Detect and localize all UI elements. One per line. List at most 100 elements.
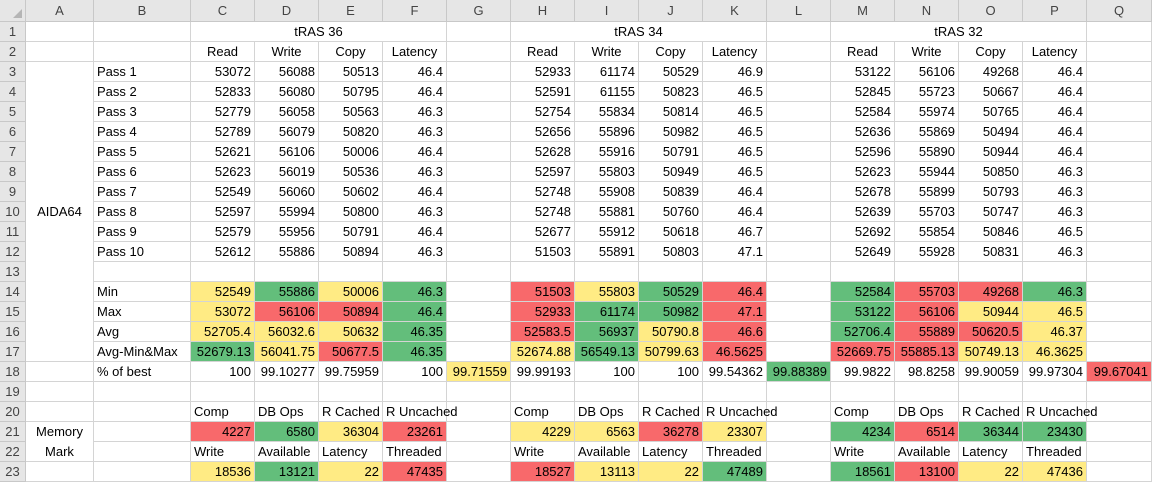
pass-value[interactable]: 55928	[895, 242, 959, 262]
pass-value[interactable]: 50006	[319, 142, 383, 162]
pass-value[interactable]: 52636	[831, 122, 895, 142]
aida-header[interactable]: Write	[575, 42, 639, 62]
stat-value[interactable]: 46.3625	[1023, 342, 1087, 362]
memmark-value[interactable]: 36278	[639, 422, 703, 442]
memmark-header[interactable]: R Uncached	[383, 402, 458, 422]
aida-header[interactable]: Write	[255, 42, 319, 62]
stat-value[interactable]: 46.35	[383, 342, 447, 362]
pass-value[interactable]: 55896	[575, 122, 639, 142]
row-header-23[interactable]: 23	[0, 462, 26, 482]
pass-value[interactable]: 52584	[831, 102, 895, 122]
memmark-header[interactable]: Latency	[639, 442, 703, 462]
stat-value[interactable]: 50620.5	[959, 322, 1023, 342]
pass-value[interactable]: 46.3	[383, 202, 447, 222]
pct-value[interactable]: 99.97304	[1023, 362, 1087, 382]
pct-total[interactable]: 99.67041	[1087, 362, 1152, 382]
memmark-value[interactable]: 36344	[959, 422, 1023, 442]
pass-value[interactable]: 52754	[511, 102, 575, 122]
pass-value[interactable]: 51503	[511, 242, 575, 262]
pass-value[interactable]: 52591	[511, 82, 575, 102]
cell[interactable]	[1087, 42, 1152, 62]
pass-value[interactable]: 52789	[191, 122, 255, 142]
stat-value[interactable]: 55885.13	[895, 342, 959, 362]
pass-value[interactable]: 56106	[895, 62, 959, 82]
memmark-header[interactable]: Comp	[511, 402, 575, 422]
pct-total[interactable]: 99.71559	[447, 362, 511, 382]
cell[interactable]	[1087, 102, 1152, 122]
stat-value[interactable]: 52674.88	[511, 342, 575, 362]
pass-label[interactable]: Pass 4	[94, 122, 191, 142]
memmark-value[interactable]: 47435	[383, 462, 447, 482]
cell[interactable]	[1087, 62, 1152, 82]
stat-value[interactable]: 53072	[191, 302, 255, 322]
memmark-header[interactable]: Write	[831, 442, 895, 462]
row-header-16[interactable]: 16	[0, 322, 26, 342]
stat-value[interactable]: 53122	[831, 302, 895, 322]
memmark-header[interactable]: Comp	[191, 402, 255, 422]
pass-value[interactable]: 46.4	[383, 142, 447, 162]
pass-value[interactable]: 46.4	[1023, 122, 1087, 142]
row-header-8[interactable]: 8	[0, 162, 26, 182]
memmark-value[interactable]: 6563	[575, 422, 639, 442]
cell[interactable]	[447, 102, 511, 122]
memmark-value[interactable]: 13100	[895, 462, 959, 482]
stat-value[interactable]: 52933	[511, 302, 575, 322]
cell[interactable]	[94, 22, 191, 42]
pass-value[interactable]: 47.1	[703, 242, 767, 262]
row-header-20[interactable]: 20	[0, 402, 26, 422]
memmark-value[interactable]: 22	[959, 462, 1023, 482]
cell[interactable]	[767, 322, 831, 342]
cell[interactable]	[255, 262, 319, 282]
cell[interactable]	[447, 262, 511, 282]
pct-value[interactable]: 99.90059	[959, 362, 1023, 382]
memmark-header[interactable]: DB Ops	[255, 402, 319, 422]
pct-value[interactable]: 98.8258	[895, 362, 959, 382]
pass-value[interactable]: 50795	[319, 82, 383, 102]
cell[interactable]	[94, 402, 191, 422]
pass-value[interactable]: 46.5	[703, 102, 767, 122]
pass-value[interactable]: 52623	[831, 162, 895, 182]
memmark-header[interactable]: Threaded	[703, 442, 767, 462]
stat-value[interactable]: 46.5	[1023, 302, 1087, 322]
pass-value[interactable]: 52621	[191, 142, 255, 162]
memmark-header[interactable]: R Cached	[319, 402, 383, 422]
stat-value[interactable]: 51503	[511, 282, 575, 302]
cell[interactable]	[447, 302, 511, 322]
cell[interactable]	[895, 382, 959, 402]
stat-value[interactable]: 52679.13	[191, 342, 255, 362]
stat-value[interactable]: 55703	[895, 282, 959, 302]
memmark-value[interactable]: 18527	[511, 462, 575, 482]
pass-value[interactable]: 55916	[575, 142, 639, 162]
pass-value[interactable]: 46.3	[1023, 162, 1087, 182]
pct-value[interactable]: 100	[575, 362, 639, 382]
pass-value[interactable]: 61174	[575, 62, 639, 82]
memmark-value[interactable]: 13121	[255, 462, 319, 482]
pass-value[interactable]: 50791	[319, 222, 383, 242]
cell[interactable]	[26, 382, 94, 402]
pass-value[interactable]: 50820	[319, 122, 383, 142]
cell[interactable]	[383, 262, 447, 282]
column-header-i[interactable]: I	[575, 0, 639, 22]
cell[interactable]	[1087, 382, 1152, 402]
pass-value[interactable]: 55803	[575, 162, 639, 182]
pct-value[interactable]: 99.99193	[511, 362, 575, 382]
row-header-9[interactable]: 9	[0, 182, 26, 202]
stat-value[interactable]: 50894	[319, 302, 383, 322]
pass-value[interactable]: 52933	[511, 62, 575, 82]
cell[interactable]	[767, 282, 831, 302]
memmark-header[interactable]: R Cached	[639, 402, 703, 422]
pass-value[interactable]: 55723	[895, 82, 959, 102]
stat-value[interactable]: 55886	[255, 282, 319, 302]
row-header-2[interactable]: 2	[0, 42, 26, 62]
pass-value[interactable]: 52597	[191, 202, 255, 222]
row-header-11[interactable]: 11	[0, 222, 26, 242]
stat-value[interactable]: 55803	[575, 282, 639, 302]
cell[interactable]	[703, 262, 767, 282]
cell[interactable]	[94, 442, 191, 462]
stat-value[interactable]: 46.37	[1023, 322, 1087, 342]
pass-value[interactable]: 46.3	[1023, 182, 1087, 202]
cell[interactable]	[1087, 322, 1152, 342]
pass-value[interactable]: 50839	[639, 182, 703, 202]
cell[interactable]	[26, 362, 94, 382]
cell[interactable]	[1087, 462, 1152, 482]
